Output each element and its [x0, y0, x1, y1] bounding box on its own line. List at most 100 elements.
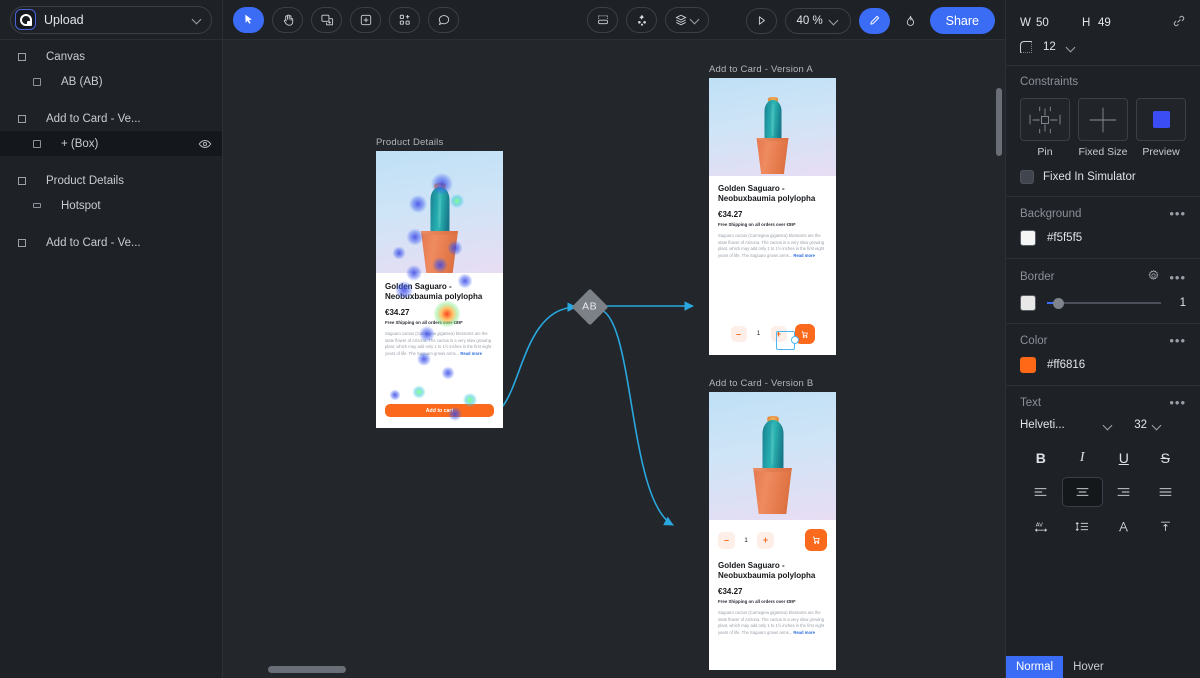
chevron-down-icon[interactable]: [830, 16, 839, 25]
flame-icon[interactable]: [898, 8, 922, 34]
read-more-link[interactable]: Read more: [460, 351, 482, 356]
align-justify-button[interactable]: [1145, 477, 1187, 507]
product-info: Golden Saguaro - Neobuxbaumia polylopha …: [709, 176, 836, 259]
chevron-down-icon[interactable]: [1104, 421, 1113, 430]
artboard-version-b[interactable]: – 1 + Golden Saguaro - Neobuxbaumia poly…: [709, 392, 836, 670]
artboard-version-a[interactable]: Golden Saguaro - Neobuxbaumia polylopha …: [709, 78, 836, 355]
play-icon[interactable]: [746, 8, 777, 34]
product-shipping: Free Shipping on all orders over €89*: [385, 320, 494, 325]
share-button[interactable]: Share: [930, 7, 995, 34]
corner-radius-value[interactable]: 12: [1043, 41, 1056, 53]
decrease-quantity-button[interactable]: –: [718, 532, 735, 549]
height-value[interactable]: 49: [1098, 17, 1144, 29]
board-title-product-details[interactable]: Product Details: [376, 137, 443, 148]
canvas-horizontal-scrollbar[interactable]: [268, 666, 346, 673]
text-title: Text: [1020, 397, 1041, 409]
share-label: Share: [946, 14, 979, 28]
background-color-value[interactable]: #f5f5f5: [1047, 232, 1082, 244]
artboard-product-details[interactable]: Golden Saguaro - Neobuxbaumia polylopha …: [376, 151, 503, 428]
zoom-selector[interactable]: 40 %: [785, 8, 851, 34]
canvas-vertical-scrollbar[interactable]: [996, 88, 1002, 156]
selection-handle[interactable]: [791, 336, 799, 344]
background-color-swatch[interactable]: [1020, 230, 1036, 246]
product-description: Saguaro cactus (Carnegiea gigantea) blos…: [718, 233, 827, 259]
bold-button[interactable]: B: [1020, 443, 1062, 473]
constraint-preview[interactable]: Preview: [1136, 98, 1186, 158]
italic-button[interactable]: I: [1062, 443, 1104, 473]
more-icon[interactable]: •••: [1169, 334, 1186, 347]
align-center-button[interactable]: [1062, 477, 1104, 507]
chevron-down-icon[interactable]: [193, 15, 202, 24]
constraint-pin[interactable]: Pin: [1020, 98, 1070, 158]
more-icon[interactable]: •••: [1169, 271, 1186, 284]
more-icon[interactable]: •••: [1169, 207, 1186, 220]
border-width-value[interactable]: 1: [1172, 297, 1186, 309]
quant-logo-icon: [15, 9, 36, 30]
chevron-down-icon[interactable]: [1153, 421, 1162, 430]
cart-button[interactable]: [805, 529, 827, 551]
tab-normal[interactable]: Normal: [1006, 656, 1063, 678]
layer-row-add-to-card-b[interactable]: Add to Card - Ve...: [0, 230, 222, 255]
eye-icon[interactable]: [198, 137, 212, 151]
pencil-icon[interactable]: [859, 8, 890, 34]
color-value[interactable]: #ff6816: [1047, 359, 1085, 371]
width-value[interactable]: 50: [1036, 17, 1082, 29]
layer-row-product-details[interactable]: Product Details: [0, 168, 222, 193]
align-left-button[interactable]: [1020, 477, 1062, 507]
layer-row-hotspot[interactable]: Hotspot: [0, 193, 222, 218]
stack-icon[interactable]: [665, 7, 709, 33]
decrease-quantity-button[interactable]: –: [731, 326, 747, 342]
read-more-link[interactable]: Read more: [793, 253, 815, 258]
chevron-down-icon[interactable]: [691, 15, 700, 24]
layer-group-gap: [0, 94, 222, 106]
underline-button[interactable]: U: [1103, 443, 1145, 473]
tab-hover[interactable]: Hover: [1063, 656, 1114, 678]
design-canvas[interactable]: Product Details Golden Saguaro - Neobuxb…: [223, 40, 1005, 678]
vertical-align-top-button[interactable]: [1145, 511, 1187, 541]
read-more-link[interactable]: Read more: [793, 630, 815, 635]
chevron-down-icon[interactable]: [1067, 43, 1076, 52]
line-height-button[interactable]: [1062, 511, 1104, 541]
increase-quantity-button[interactable]: +: [757, 532, 774, 549]
add-to-cart-button[interactable]: Add to cart: [385, 404, 494, 417]
zoom-value: 40 %: [797, 15, 823, 27]
border-width-slider[interactable]: [1047, 296, 1161, 310]
border-color-swatch[interactable]: [1020, 295, 1036, 311]
more-icon[interactable]: •••: [1169, 396, 1186, 409]
sparkle-icon[interactable]: [626, 7, 657, 33]
components-icon[interactable]: [389, 7, 420, 33]
plus-square-icon[interactable]: [350, 7, 381, 33]
color-swatch[interactable]: [1020, 357, 1036, 373]
constraint-fixed-size[interactable]: Fixed Size: [1078, 98, 1128, 158]
select-tool[interactable]: [233, 7, 264, 33]
pin-constraint-icon[interactable]: [1020, 98, 1070, 141]
constraints-title: Constraints: [1020, 76, 1078, 88]
product-hero-image: [709, 78, 836, 176]
layer-row-ab[interactable]: AB (AB): [0, 69, 222, 94]
add-screen-icon[interactable]: [311, 7, 342, 33]
letter-spacing-button[interactable]: AV: [1020, 511, 1062, 541]
device-icon[interactable]: [587, 7, 618, 33]
project-selector[interactable]: Upload: [10, 6, 212, 34]
fixed-size-icon[interactable]: [1078, 98, 1128, 141]
corner-radius-icon: [1020, 41, 1032, 53]
preview-icon[interactable]: [1136, 98, 1186, 141]
align-right-button[interactable]: [1103, 477, 1145, 507]
layer-label: AB (AB): [61, 76, 103, 88]
layer-row-plus-box[interactable]: + (Box): [0, 131, 222, 156]
strikethrough-button[interactable]: S: [1145, 443, 1187, 473]
layer-row-canvas[interactable]: Canvas: [0, 44, 222, 69]
board-title-version-b[interactable]: Add to Card - Version B: [709, 378, 813, 389]
fixed-in-simulator-row[interactable]: Fixed In Simulator: [1020, 170, 1186, 184]
font-family-value[interactable]: Helveti...: [1020, 419, 1098, 431]
fixed-in-simulator-checkbox[interactable]: [1020, 170, 1034, 184]
gear-icon[interactable]: [1147, 269, 1160, 285]
hand-tool[interactable]: [272, 7, 303, 33]
artboard-icon: [18, 115, 26, 123]
link-icon[interactable]: [1172, 14, 1186, 31]
board-title-version-a[interactable]: Add to Card - Version A: [709, 64, 813, 75]
text-case-button[interactable]: [1103, 511, 1145, 541]
layer-row-add-to-card-a[interactable]: Add to Card - Ve...: [0, 106, 222, 131]
font-size-value[interactable]: 32: [1119, 419, 1147, 431]
comment-bubble-icon[interactable]: [428, 7, 459, 33]
